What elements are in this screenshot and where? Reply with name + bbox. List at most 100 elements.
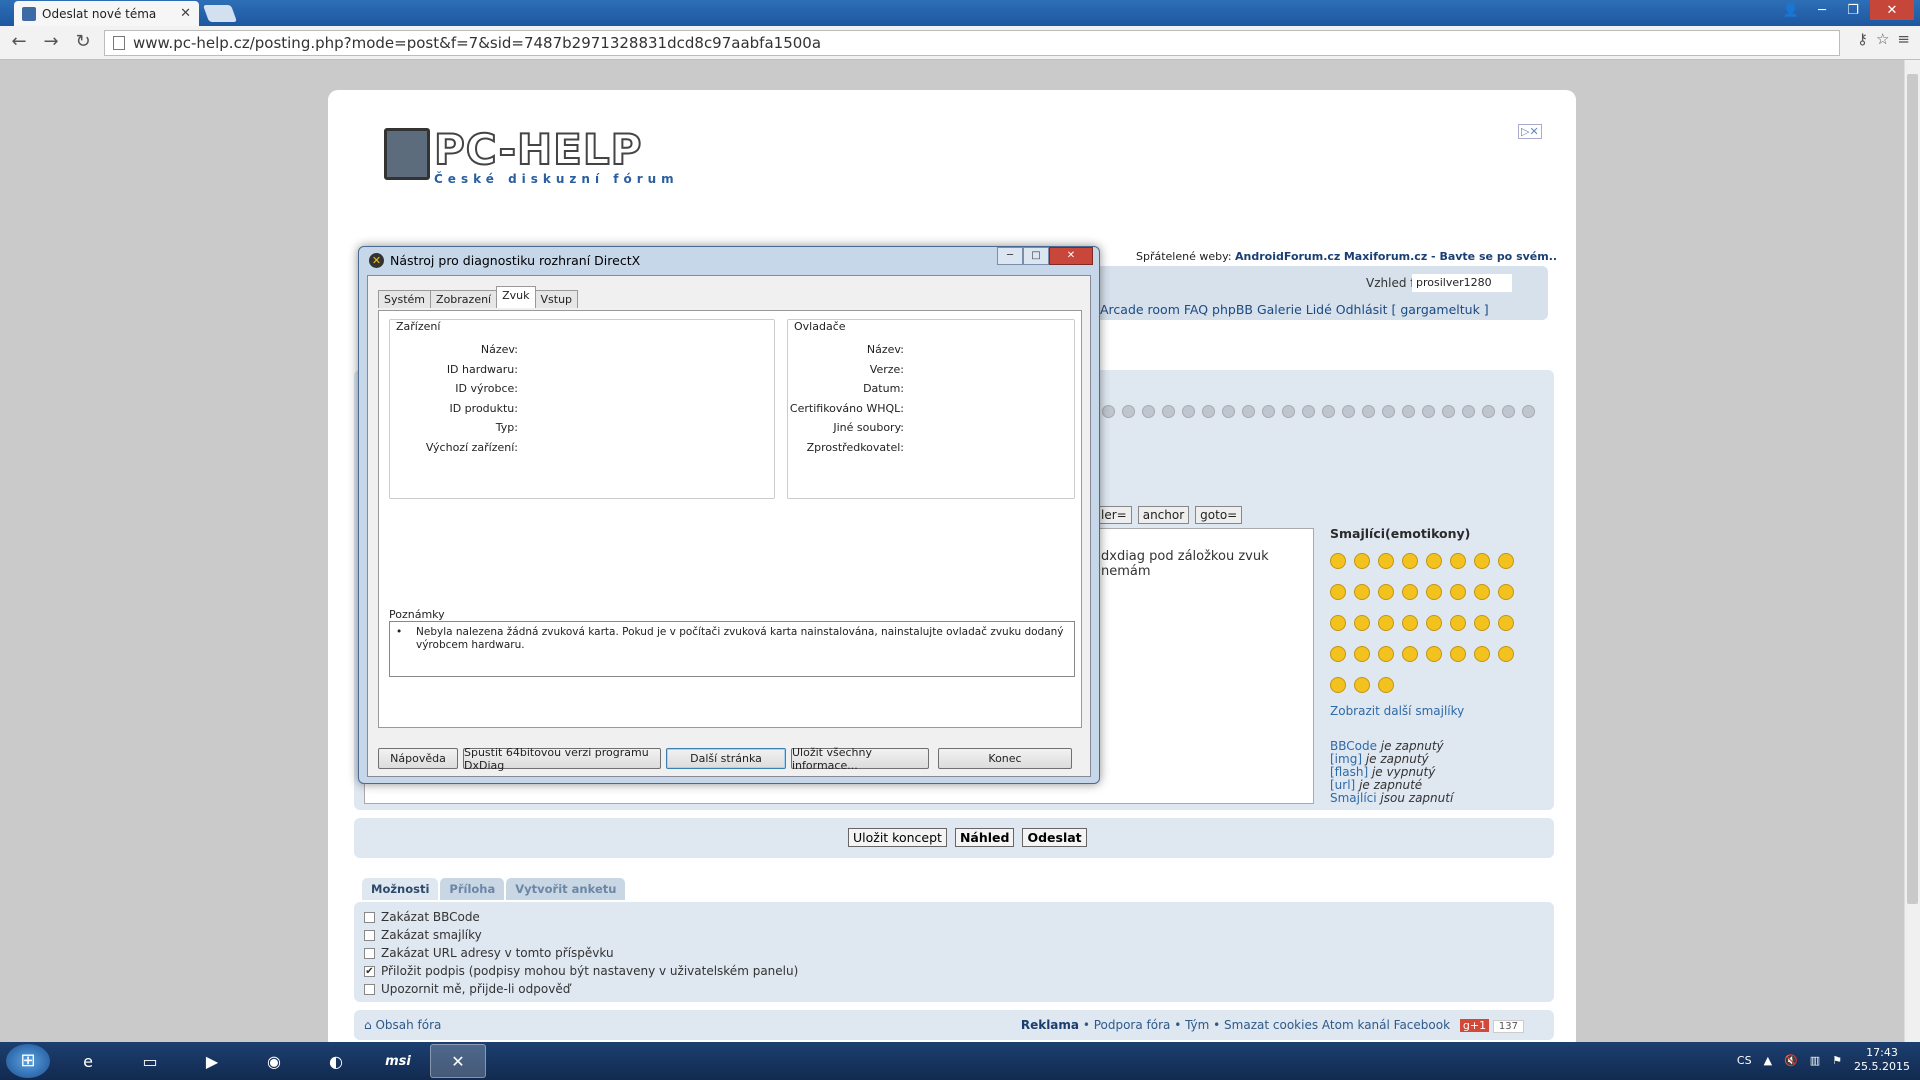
chrome-icon[interactable]: ◉ [246, 1044, 302, 1078]
bbcode-icon[interactable] [1162, 405, 1175, 418]
bbcode-button[interactable]: anchor [1137, 506, 1190, 524]
bbcode-icon[interactable] [1182, 405, 1195, 418]
bbcode-icon[interactable] [1342, 405, 1355, 418]
bbcode-icon[interactable] [1262, 405, 1275, 418]
tab-input[interactable]: Vstup [534, 290, 579, 308]
close-button[interactable]: ✕ [1870, 0, 1914, 20]
smiley-icon[interactable] [1354, 584, 1370, 600]
media-player-icon[interactable]: ▶ [184, 1044, 240, 1078]
friend-link-maxiforum[interactable]: Maxiforum.cz - Bavte se po svém.. [1344, 250, 1557, 263]
tab-attachment[interactable]: Příloha [440, 878, 505, 900]
smiley-icon[interactable] [1354, 553, 1370, 569]
smiley-icon[interactable] [1378, 584, 1394, 600]
bbcode-icon[interactable] [1282, 405, 1295, 418]
tab-display[interactable]: Zobrazení [430, 290, 498, 308]
browser-tab[interactable]: Odeslat nové téma ✕ [14, 1, 199, 26]
smiley-icon[interactable] [1474, 646, 1490, 662]
smiley-icon[interactable] [1474, 553, 1490, 569]
tab-system[interactable]: Systém [378, 290, 432, 308]
smiley-icon[interactable] [1354, 615, 1370, 631]
smiley-icon[interactable] [1330, 584, 1346, 600]
tab-options[interactable]: Možnosti [362, 878, 439, 900]
smiley-icon[interactable] [1426, 615, 1442, 631]
bbcode-icon[interactable] [1402, 405, 1415, 418]
bbcode-icon[interactable] [1502, 405, 1515, 418]
next-page-button[interactable]: Další stránka [666, 748, 786, 769]
bbcode-icon[interactable] [1442, 405, 1455, 418]
bbcode-icon[interactable] [1522, 405, 1535, 418]
home-link[interactable]: ⌂ Obsah fóra [364, 1018, 441, 1032]
restore-button[interactable]: ❐ [1839, 0, 1867, 20]
bbcode-icon[interactable] [1362, 405, 1375, 418]
smiley-icon[interactable] [1474, 584, 1490, 600]
friend-link-android[interactable]: AndroidForum.cz [1235, 250, 1340, 263]
bbcode-icon[interactable] [1222, 405, 1235, 418]
smiley-icon[interactable] [1426, 646, 1442, 662]
gplus-button[interactable]: g+1 [1459, 1019, 1490, 1032]
vertical-scrollbar[interactable] [1904, 60, 1920, 1042]
smiley-icon[interactable] [1426, 584, 1442, 600]
smiley-icon[interactable] [1450, 646, 1466, 662]
option-checkbox[interactable] [364, 983, 375, 995]
dx-maximize-button[interactable]: □ [1023, 247, 1049, 265]
option-row[interactable]: Upozornit mě, přijde-li odpověď [364, 980, 1544, 998]
smiley-icon[interactable] [1354, 677, 1370, 693]
smiley-icon[interactable] [1378, 553, 1394, 569]
save-draft-button[interactable]: Uložit koncept [848, 828, 947, 847]
bbcode-icon[interactable] [1242, 405, 1255, 418]
help-button[interactable]: Nápověda [378, 748, 458, 769]
start-button-icon[interactable]: ⊞ [6, 1044, 50, 1078]
footer-link-list[interactable]: • Podpora fóra • Tým • Smazat cookies At… [1079, 1018, 1450, 1032]
smiley-icon[interactable] [1402, 615, 1418, 631]
bbcode-icon[interactable] [1462, 405, 1475, 418]
bbcode-icon[interactable] [1482, 405, 1495, 418]
more-smileys-link[interactable]: Zobrazit další smajlíky [1330, 704, 1544, 718]
tray-arrow-icon[interactable]: ▲ [1764, 1054, 1772, 1067]
bbcode-icon[interactable] [1422, 405, 1435, 418]
folder-icon[interactable]: ▭ [122, 1044, 178, 1078]
bookmark-star-icon[interactable]: ☆ [1876, 30, 1889, 48]
ads-link[interactable]: Reklama [1021, 1018, 1079, 1032]
clock[interactable]: 17:43 25.5.2015 [1854, 1046, 1910, 1074]
volume-muted-icon[interactable]: 🔇 [1784, 1054, 1798, 1067]
bbcode-icon[interactable] [1382, 405, 1395, 418]
smiley-icon[interactable] [1402, 584, 1418, 600]
user-icon[interactable]: 👤 [1777, 0, 1805, 20]
option-row[interactable]: Zakázat BBCode [364, 908, 1544, 926]
address-bar[interactable]: www.pc-help.cz/posting.php?mode=post&f=7… [104, 29, 1840, 56]
dx-minimize-button[interactable]: ─ [997, 247, 1023, 265]
ad-choices-icon[interactable]: ▷✕ [1518, 124, 1542, 139]
new-tab-button[interactable] [202, 5, 238, 22]
bbcode-icon[interactable] [1302, 405, 1315, 418]
smiley-icon[interactable] [1498, 615, 1514, 631]
style-select[interactable]: prosilver1280 [1412, 274, 1512, 292]
bbcode-icon[interactable] [1142, 405, 1155, 418]
reload-icon[interactable]: ↻ [72, 31, 94, 54]
exit-button[interactable]: Konec [938, 748, 1072, 769]
bbcode-icon[interactable] [1102, 405, 1115, 418]
minimize-button[interactable]: ─ [1808, 0, 1836, 20]
option-row[interactable]: ✔ Přiložit podpis (podpisy mohou být nast… [364, 962, 1544, 980]
forward-arrow-icon[interactable]: → [40, 31, 62, 54]
smiley-icon[interactable] [1450, 584, 1466, 600]
action-center-icon[interactable]: ⚑ [1832, 1054, 1842, 1067]
back-arrow-icon[interactable]: ← [8, 31, 30, 54]
bbcode-icon[interactable] [1322, 405, 1335, 418]
nav-links[interactable]: Arcade room FAQ phpBB Galerie Lidé Odhlá… [1100, 302, 1489, 317]
language-indicator[interactable]: CS [1737, 1054, 1752, 1067]
smiley-icon[interactable] [1354, 646, 1370, 662]
smiley-icon[interactable] [1498, 646, 1514, 662]
save-all-info-button[interactable]: Uložit všechny informace... [791, 746, 929, 772]
tab-close-icon[interactable]: ✕ [180, 6, 191, 21]
preview-button[interactable]: Náhled [954, 828, 1015, 847]
smiley-icon[interactable] [1330, 677, 1346, 693]
option-checkbox[interactable] [364, 911, 375, 923]
smiley-icon[interactable] [1330, 646, 1346, 662]
option-row[interactable]: Zakázat URL adresy v tomto příspěvku [364, 944, 1544, 962]
network-icon[interactable]: ▥ [1810, 1054, 1820, 1067]
submit-button[interactable]: Odeslat [1022, 828, 1087, 847]
bbcode-icon[interactable] [1202, 405, 1215, 418]
bbcode-button[interactable]: ler= [1096, 506, 1132, 524]
ie-icon[interactable]: e [60, 1044, 116, 1078]
option-row[interactable]: Zakázat smajlíky [364, 926, 1544, 944]
